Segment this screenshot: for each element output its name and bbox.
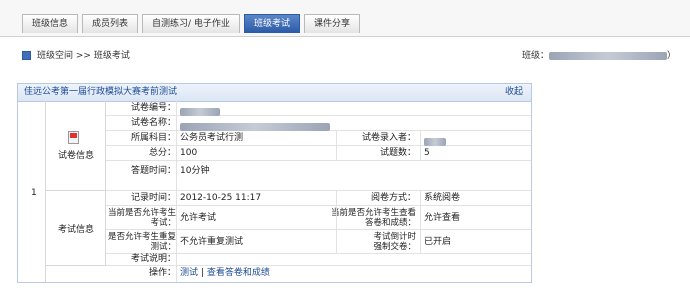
countdown-value: 已开启 <box>424 237 452 247</box>
row-number-cell: 1 <box>18 101 46 282</box>
value-divider-exam <box>420 191 421 254</box>
paper-icon <box>68 131 79 144</box>
paper-no-row: 试卷编号： <box>106 101 531 116</box>
countdown-label: 考试倒计时强制交卷： <box>373 232 416 252</box>
allow-retest-value: 不允许重复测试 <box>180 237 244 247</box>
panel-title: 佳远公考第一届行政模拟大赛考前测试 <box>24 87 178 97</box>
paper-name-row: 试卷名称： <box>106 116 531 131</box>
record-time-value: 2012-10-25 11:17 <box>180 193 262 203</box>
time-label: 答题时间： <box>130 166 176 176</box>
label-column-divider <box>176 101 177 282</box>
actions-separator: | <box>200 268 204 278</box>
test-link[interactable]: 测试 <box>180 268 198 278</box>
actions-label: 操作： <box>148 268 176 278</box>
breadcrumb-home-link[interactable]: 班级空间 <box>37 51 73 61</box>
breadcrumb: 班级空间 >> 班级考试 <box>37 48 130 61</box>
desc-label: 考试说明： <box>130 254 176 264</box>
allow-exam-row: 当前是否允许考生考试： 允许考试 当前是否允许考生查看答卷和成绩： 允许查看 <box>106 206 531 230</box>
exam-info-label: 考试信息 <box>57 225 94 235</box>
desc-row: 考试说明： <box>106 254 531 266</box>
count-label: 试题数： <box>379 148 416 158</box>
class-label: 班级： <box>521 51 549 61</box>
class-suffix: ） <box>666 51 676 61</box>
time-value: 10分钟 <box>180 166 210 176</box>
tab-self-test[interactable]: 自测练习/ 电子作业 <box>142 14 240 33</box>
allow-retest-row: 是否允许考生重复测试： 不允许重复测试 考试倒计时强制交卷： 已开启 <box>106 230 531 254</box>
paper-no-label: 试卷编号： <box>130 103 176 113</box>
time-row: 答题时间： 10分钟 <box>106 161 531 191</box>
actions-links: 测试 | 查看答卷和成绩 <box>180 266 270 281</box>
mid-divider-exam <box>336 191 337 254</box>
record-time-label: 记录时间： <box>130 193 176 203</box>
class-name-redacted <box>548 51 667 60</box>
allow-view-value: 允许查看 <box>424 213 461 223</box>
subject-value: 公务员考试行测 <box>180 133 244 143</box>
mid-divider-paper <box>336 131 337 161</box>
class-info: 班级： ） <box>522 48 676 61</box>
value-divider-paper <box>420 131 421 161</box>
grade-mode-value: 系统阅卷 <box>424 193 461 203</box>
paper-info-label: 试卷信息 <box>57 151 94 161</box>
count-value: 5 <box>424 148 430 158</box>
subject-row: 所属科目： 公务员考试行测 试卷录入者： <box>106 131 531 146</box>
breadcrumb-separator: >> <box>75 51 91 61</box>
allow-exam-value: 允许考试 <box>180 213 217 223</box>
allow-view-label: 当前是否允许考生查看答卷和成绩： <box>330 208 416 228</box>
exam-panel: 佳远公考第一届行政模拟大赛考前测试 收起 1 试卷信息 考试信息 试卷编号： 试… <box>17 83 532 283</box>
total-label: 总分： <box>148 148 176 158</box>
tab-class-info[interactable]: 班级信息 <box>22 14 79 33</box>
square-bullet-icon <box>22 51 31 60</box>
exam-info-group: 考试信息 <box>46 191 106 266</box>
panel-header: 佳远公考第一届行政模拟大赛考前测试 收起 <box>18 84 531 102</box>
tab-bar: 班级信息 成员列表 自测练习/ 电子作业 班级考试 课件分享 <box>0 0 690 37</box>
subject-label: 所属科目： <box>130 133 176 143</box>
tab-list: 班级信息 成员列表 自测练习/ 电子作业 班级考试 课件分享 <box>22 14 360 33</box>
allow-retest-label: 是否允许考生重复测试： <box>107 232 176 252</box>
grade-mode-label: 阅卷方式： <box>370 193 416 203</box>
view-results-link[interactable]: 查看答卷和成绩 <box>207 268 270 278</box>
total-row: 总分： 100 试题数： 5 <box>106 146 531 161</box>
allow-exam-label: 当前是否允许考生考试： <box>107 208 176 228</box>
tab-courseware[interactable]: 课件分享 <box>303 14 360 33</box>
tab-class-exam[interactable]: 班级考试 <box>243 14 300 33</box>
paper-name-label: 试卷名称： <box>130 118 176 128</box>
record-time-row: 记录时间： 2012-10-25 11:17 阅卷方式： 系统阅卷 <box>106 191 531 206</box>
breadcrumb-current: 班级考试 <box>93 51 130 61</box>
tab-member-list[interactable]: 成员列表 <box>82 14 139 33</box>
row-number: 1 <box>31 188 37 198</box>
paper-info-group: 试卷信息 <box>46 101 106 191</box>
collapse-link[interactable]: 收起 <box>505 84 523 101</box>
entry-label: 试卷录入者： <box>361 133 416 143</box>
actions-row: 操作： 测试 | 查看答卷和成绩 <box>106 266 531 282</box>
total-value: 100 <box>180 148 198 158</box>
